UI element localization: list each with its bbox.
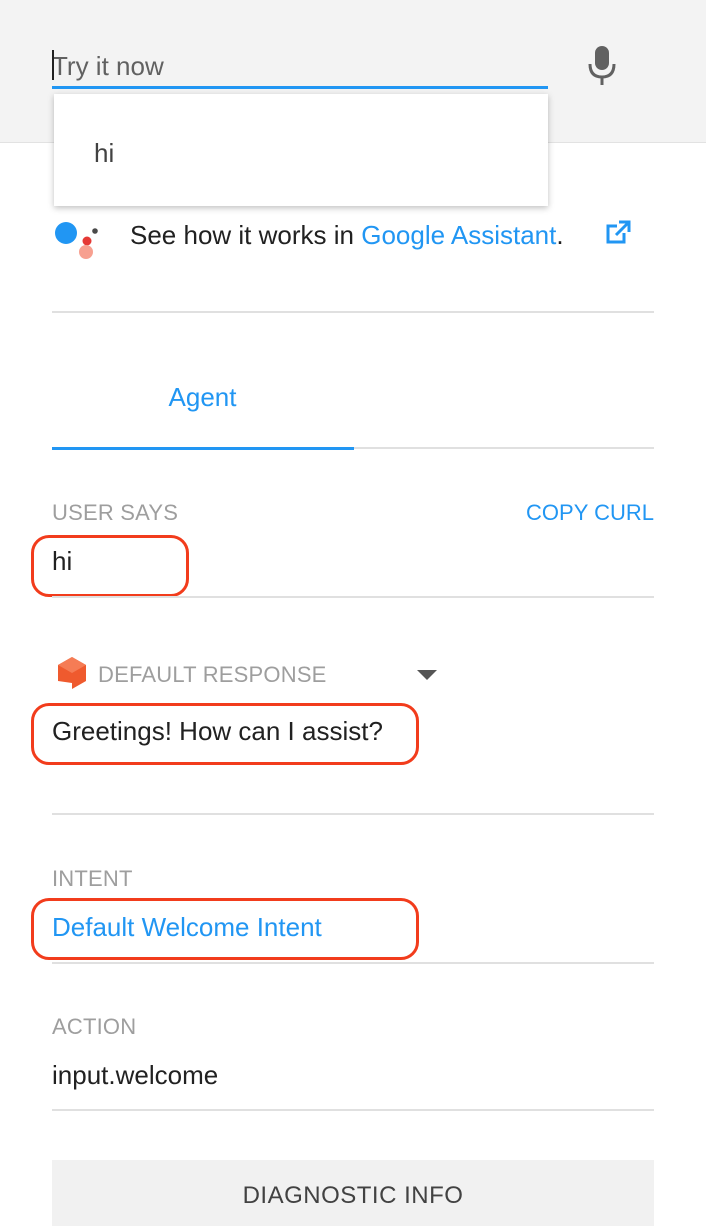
text-caret (52, 50, 54, 80)
try-it-now-input[interactable] (52, 46, 548, 89)
response-divider (52, 813, 654, 815)
action-value: input.welcome (52, 1060, 219, 1090)
dialogflow-icon (58, 657, 86, 689)
google-assistant-row: See how it works in Google Assistant. (52, 210, 654, 260)
diagnostic-info-label: DIAGNOSTIC INFO (242, 1182, 464, 1209)
chevron-down-icon[interactable] (416, 668, 438, 682)
suggestion-item[interactable]: hi (94, 138, 114, 169)
tab-active-indicator (52, 447, 354, 450)
section-divider (52, 311, 654, 313)
user-says-highlight (31, 535, 189, 597)
copy-curl-button[interactable]: COPY CURL (526, 500, 654, 526)
assistant-text-prefix: See how it works in (130, 220, 362, 250)
tab-agent-label: Agent (168, 382, 237, 412)
tab-agent[interactable]: Agent (52, 370, 353, 430)
intent-highlight (31, 898, 419, 960)
action-divider (52, 1109, 654, 1111)
suggestion-dropdown: hi (54, 94, 548, 206)
diagnostic-info-button[interactable]: DIAGNOSTIC INFO (52, 1160, 654, 1226)
user-says-divider (52, 596, 654, 598)
assistant-text-suffix: . (556, 220, 564, 250)
action-label: ACTION (52, 1014, 137, 1039)
google-assistant-logo (55, 222, 98, 259)
google-assistant-link[interactable]: Google Assistant (361, 220, 556, 250)
microphone-icon[interactable] (585, 44, 619, 88)
default-response-highlight (31, 703, 419, 765)
assistant-promo-text: See how it works in Google Assistant. (130, 220, 564, 251)
intent-divider (52, 962, 654, 964)
default-response-label: DEFAULT RESPONSE (98, 662, 327, 687)
user-says-label: USER SAYS (52, 500, 179, 525)
external-link-icon[interactable] (604, 218, 632, 246)
intent-label: INTENT (52, 866, 133, 891)
